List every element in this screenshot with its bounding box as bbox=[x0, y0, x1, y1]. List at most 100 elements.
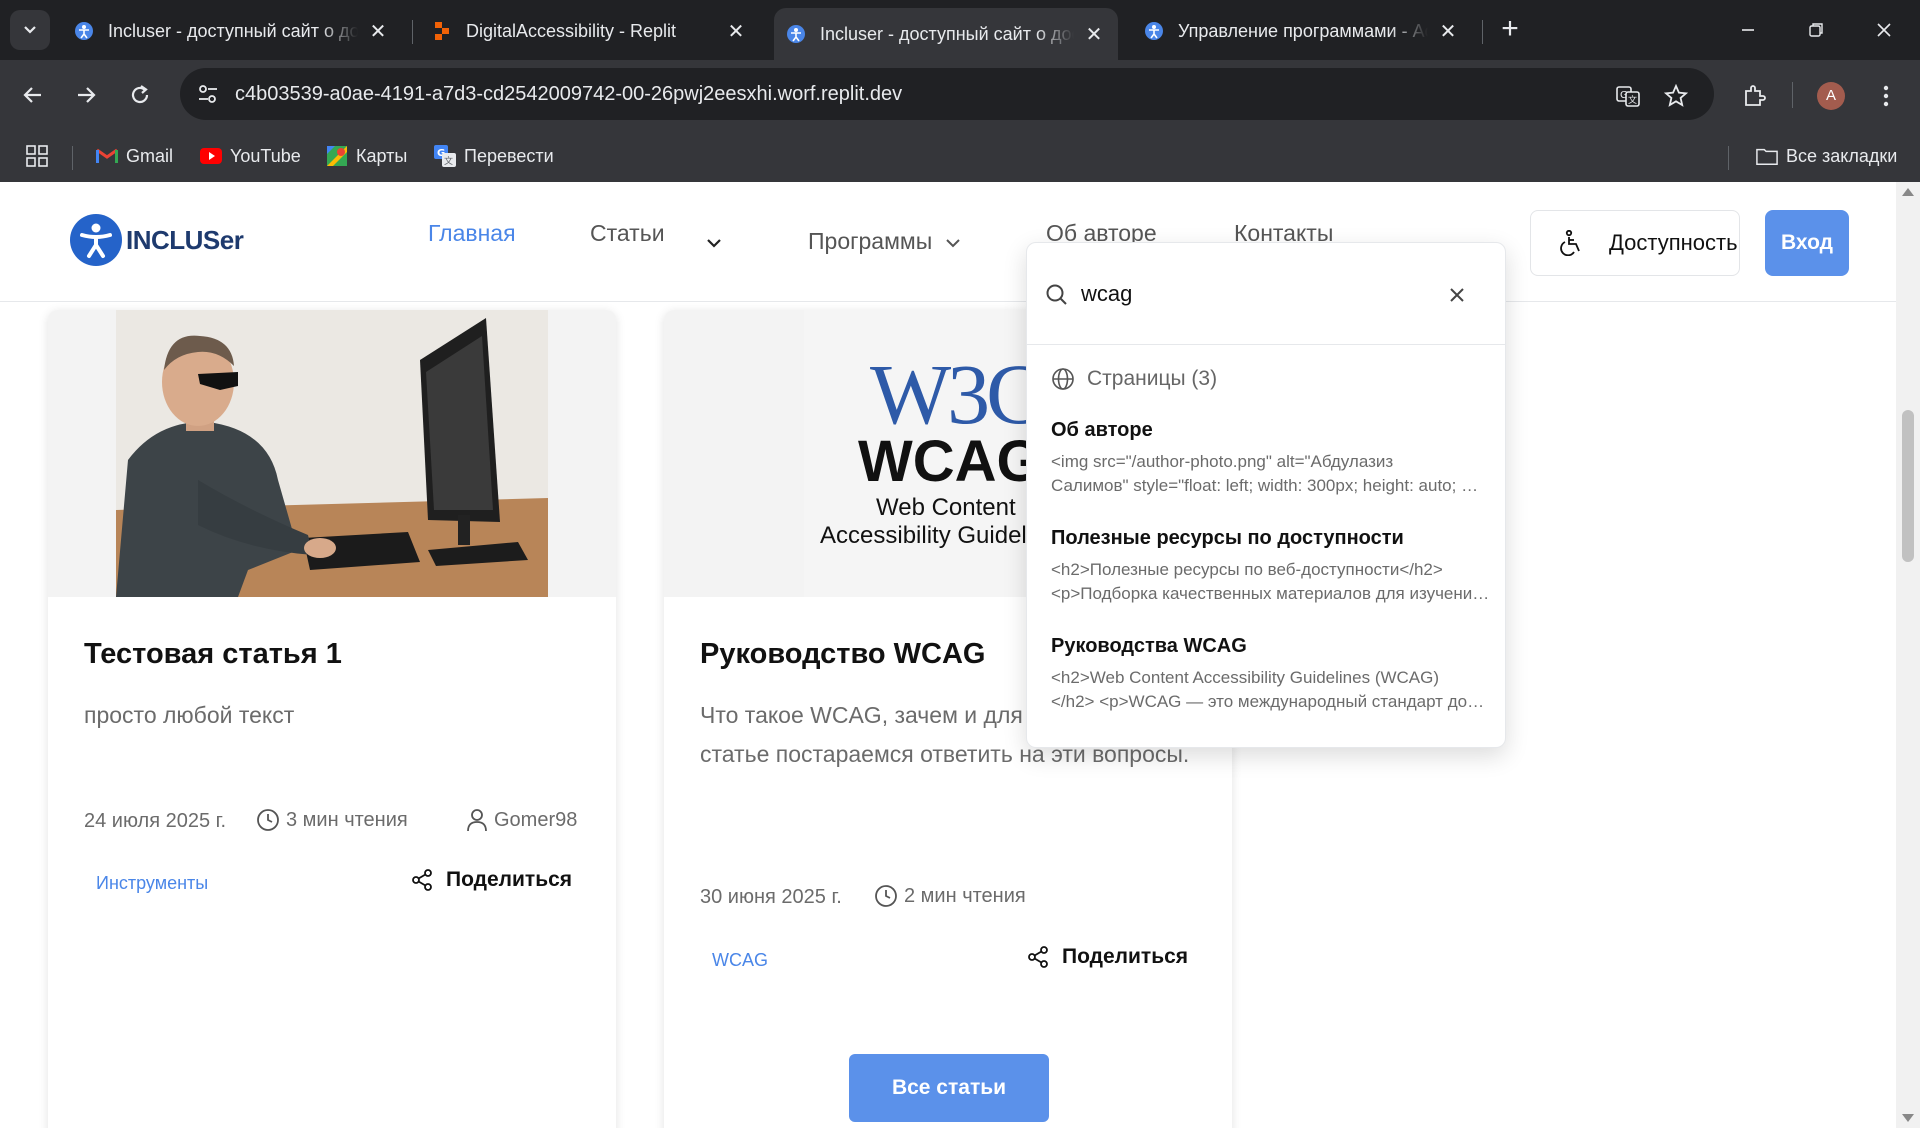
read-time-text: 2 мин чтения bbox=[904, 884, 1026, 907]
result-title: Об авторе bbox=[1051, 419, 1153, 441]
browser-tab-4[interactable]: Управление программами - Admin ✕ bbox=[1132, 8, 1472, 54]
search-result-item[interactable]: Об авторе <img src="/author-photo.png" a… bbox=[1051, 419, 1491, 498]
bookmark-label: Перевести bbox=[464, 145, 554, 166]
nav-home[interactable]: Главная bbox=[428, 220, 516, 247]
man-at-computer-illustration bbox=[48, 310, 616, 597]
accessibility-button[interactable]: Доступность bbox=[1530, 210, 1740, 276]
browser-tab-2[interactable]: DigitalAccessibility - Replit ✕ bbox=[420, 8, 760, 54]
gmail-icon bbox=[96, 145, 118, 167]
profile-avatar[interactable]: A bbox=[1817, 82, 1845, 110]
reload-icon bbox=[131, 85, 149, 104]
back-button[interactable] bbox=[13, 75, 53, 115]
youtube-icon bbox=[200, 145, 222, 167]
more-menu-icon[interactable] bbox=[1872, 82, 1900, 110]
close-icon[interactable]: ✕ bbox=[366, 19, 390, 43]
chevron-down-icon bbox=[945, 239, 960, 248]
share-label: Поделиться bbox=[1062, 945, 1189, 968]
bookmark-label: Карты bbox=[356, 145, 408, 166]
page-viewport: Тестовая статья 1 просто любой текст 24 … bbox=[0, 182, 1920, 1128]
search-result-item[interactable]: Руководства WCAG <h2>Web Content Accessi… bbox=[1051, 635, 1491, 714]
translate-page-icon[interactable]: G文 bbox=[1614, 82, 1642, 110]
nav-programs[interactable]: Программы bbox=[808, 228, 961, 255]
bookmark-maps[interactable]: Карты bbox=[326, 134, 407, 178]
chevron-down-icon bbox=[707, 239, 721, 248]
restore-icon bbox=[1809, 23, 1823, 37]
nav-articles-dropdown[interactable] bbox=[706, 228, 722, 255]
tab-divider bbox=[1482, 20, 1483, 44]
bookmark-gmail[interactable]: Gmail bbox=[96, 134, 173, 178]
site-settings-icon[interactable] bbox=[194, 80, 222, 108]
result-snippet: Салимов" style="float: left; width: 300p… bbox=[1051, 476, 1491, 495]
tab-divider bbox=[412, 20, 413, 44]
globe-icon bbox=[1052, 368, 1074, 390]
search-bar bbox=[1027, 243, 1505, 345]
article-card[interactable]: Тестовая статья 1 просто любой текст 24 … bbox=[48, 310, 616, 1128]
all-bookmarks-label: Все закладки bbox=[1786, 145, 1898, 166]
reload-button[interactable] bbox=[120, 75, 160, 115]
article-read-time: 2 мин чтения bbox=[874, 884, 1026, 908]
arrow-right-icon bbox=[78, 87, 96, 103]
clock-icon bbox=[875, 885, 897, 907]
tab-search-button[interactable] bbox=[10, 10, 50, 50]
user-icon bbox=[467, 809, 487, 832]
share-icon bbox=[1028, 946, 1048, 968]
browser-tab-1[interactable]: Incluser - доступный сайт о доступности … bbox=[62, 8, 402, 54]
close-icon bbox=[1877, 23, 1891, 37]
close-icon[interactable]: ✕ bbox=[1082, 22, 1106, 46]
browser-tab-3-active[interactable]: Incluser - доступный сайт о доступности … bbox=[774, 8, 1118, 60]
tab-title: DigitalAccessibility - Replit bbox=[466, 20, 677, 41]
search-result-item[interactable]: Полезные ресурсы по доступности <h2>Поле… bbox=[1051, 527, 1491, 606]
login-button[interactable]: Вход bbox=[1765, 210, 1849, 276]
close-window-button[interactable] bbox=[1864, 12, 1904, 48]
bookmark-translate[interactable]: G文 Перевести bbox=[434, 134, 554, 178]
minimize-button[interactable] bbox=[1728, 12, 1768, 48]
bookmark-star-icon[interactable] bbox=[1662, 82, 1690, 110]
bookmarks-bar: Gmail YouTube Карты G文 Перевести Все зак… bbox=[0, 134, 1920, 182]
nav-programs-label: Программы bbox=[808, 228, 933, 254]
share-button[interactable]: Поделиться bbox=[1026, 945, 1188, 969]
result-snippet: </h2> <p>WCAG — это международный станда… bbox=[1051, 692, 1491, 711]
all-bookmarks-button[interactable]: Все закладки bbox=[1756, 134, 1897, 178]
svg-text:文: 文 bbox=[1628, 94, 1637, 106]
article-title[interactable]: Руководство WCAG bbox=[700, 638, 985, 671]
apps-button[interactable] bbox=[26, 134, 48, 178]
article-tag[interactable]: WCAG bbox=[712, 950, 768, 971]
scroll-up-arrow-icon[interactable] bbox=[1902, 188, 1914, 196]
nav-articles[interactable]: Статьи bbox=[590, 220, 665, 247]
new-tab-button[interactable]: + bbox=[1494, 14, 1526, 46]
page-scrollbar[interactable] bbox=[1896, 182, 1920, 1128]
close-icon bbox=[1450, 288, 1464, 302]
clear-search-button[interactable] bbox=[1443, 281, 1471, 309]
close-icon[interactable]: ✕ bbox=[724, 19, 748, 43]
share-button[interactable]: Поделиться bbox=[410, 868, 572, 892]
wcag-logo-name: WCAG bbox=[858, 429, 1042, 494]
minimize-icon bbox=[1742, 29, 1754, 31]
scroll-down-arrow-icon[interactable] bbox=[1902, 1114, 1914, 1122]
incluser-favicon-icon bbox=[786, 24, 806, 44]
results-section-header: Страницы (3) bbox=[1051, 367, 1217, 391]
read-time-text: 3 мин чтения bbox=[286, 808, 408, 831]
search-input[interactable] bbox=[1081, 273, 1421, 315]
tab-title: Incluser - доступный сайт о доступности bbox=[820, 23, 1074, 44]
extensions-icon[interactable] bbox=[1740, 82, 1768, 110]
scrollbar-thumb[interactable] bbox=[1902, 410, 1914, 562]
bookmark-label: Gmail bbox=[126, 145, 174, 166]
restore-button[interactable] bbox=[1796, 12, 1836, 48]
wheelchair-icon bbox=[1559, 230, 1583, 256]
results-section-label: Страницы (3) bbox=[1087, 367, 1218, 390]
article-date: 30 июня 2025 г. bbox=[700, 886, 842, 908]
address-bar[interactable]: c4b03539-a0ae-4191-a7d3-cd2542009742-00-… bbox=[180, 68, 1714, 120]
tab-title: Incluser - доступный сайт о доступности bbox=[108, 20, 358, 41]
article-title[interactable]: Тестовая статья 1 bbox=[84, 638, 342, 671]
share-label: Поделиться bbox=[446, 868, 573, 891]
svg-text:文: 文 bbox=[444, 155, 453, 167]
incluser-favicon-icon bbox=[74, 21, 94, 41]
close-icon[interactable]: ✕ bbox=[1436, 19, 1460, 43]
all-articles-button[interactable]: Все статьи bbox=[849, 1054, 1049, 1122]
site-logo[interactable]: INCLUSer bbox=[70, 214, 244, 266]
forward-button[interactable] bbox=[66, 75, 106, 115]
search-popup: Страницы (3) Об авторе <img src="/author… bbox=[1026, 242, 1506, 748]
article-tag[interactable]: Инструменты bbox=[96, 873, 208, 894]
browser-toolbar: c4b03539-a0ae-4191-a7d3-cd2542009742-00-… bbox=[0, 60, 1920, 134]
bookmark-youtube[interactable]: YouTube bbox=[200, 134, 301, 178]
